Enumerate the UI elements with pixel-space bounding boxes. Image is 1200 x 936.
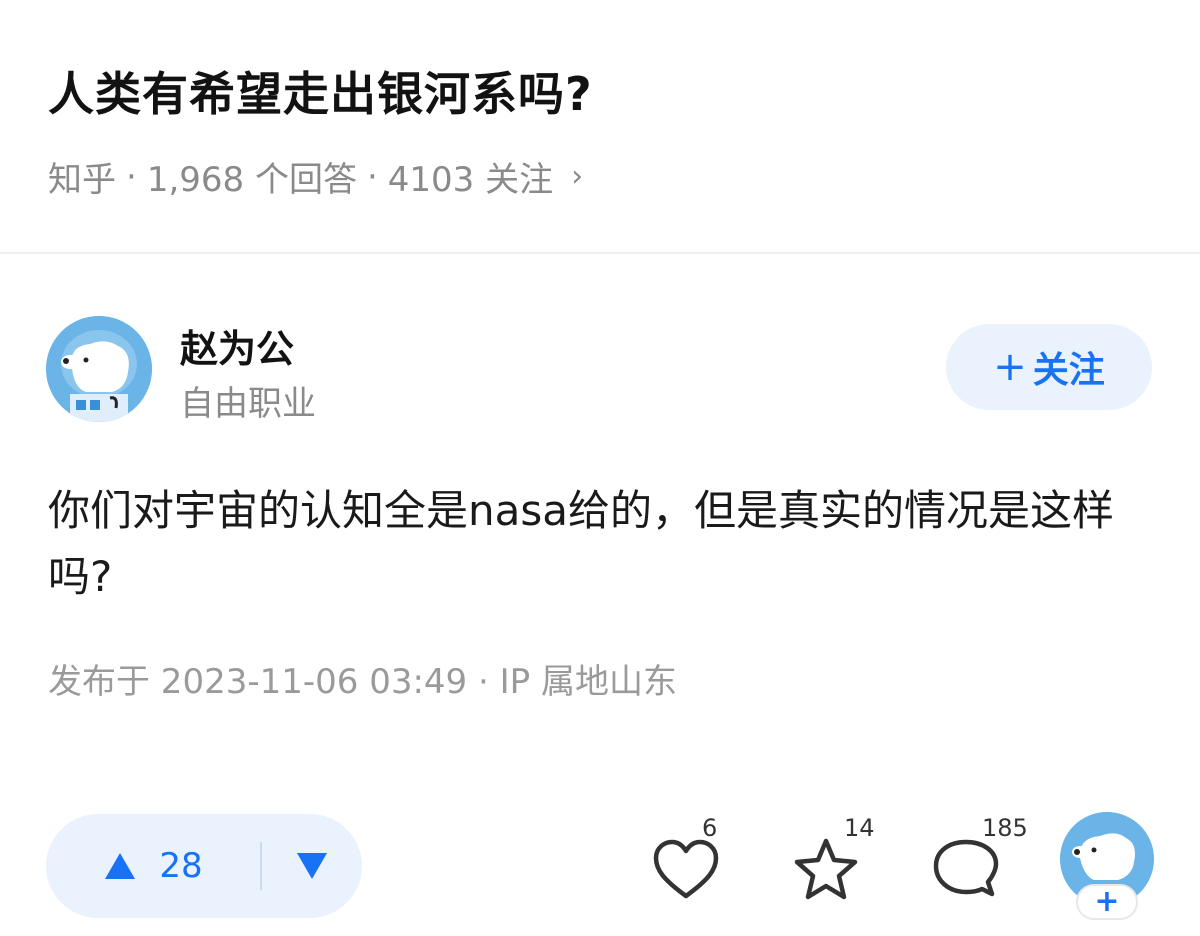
follow-button[interactable]: + 关注	[946, 324, 1152, 410]
source-label: 知乎	[48, 160, 116, 200]
upvote-count: 28	[159, 846, 203, 886]
vote-control: 28	[46, 814, 362, 918]
upvote-button[interactable]: 28	[46, 814, 260, 918]
meta-dot: ·	[366, 156, 378, 197]
triangle-up-icon	[105, 853, 136, 879]
heart-icon	[653, 839, 719, 899]
comment-count: 185	[982, 814, 1028, 842]
follow-label: 关注	[1032, 350, 1105, 391]
favorite-button[interactable]: 14	[790, 814, 875, 904]
author-avatar[interactable]	[46, 316, 152, 422]
comment-bubble-icon	[933, 839, 999, 897]
section-divider	[0, 252, 1200, 254]
answer-count: 1,968 个回答	[146, 160, 357, 200]
author-name[interactable]: 赵为公	[180, 318, 294, 373]
answer-content[interactable]: 你们对宇宙的认知全是nasa给的，但是真实的情况是这样吗?	[48, 478, 1158, 610]
question-meta[interactable]: 知乎 · 1,968 个回答 · 4103 关注 ›	[48, 152, 583, 201]
plus-icon: +	[993, 344, 1027, 390]
favorite-count: 14	[844, 814, 875, 842]
star-icon	[794, 838, 858, 900]
author-bio: 自由职业	[180, 384, 316, 424]
triangle-down-icon	[297, 853, 327, 879]
add-plus-icon[interactable]: +	[1076, 884, 1138, 920]
comment-button[interactable]: 185	[930, 814, 1028, 904]
chevron-right-icon: ›	[571, 159, 584, 194]
meta-dot: ·	[126, 156, 137, 197]
like-count: 6	[702, 814, 718, 842]
downvote-button[interactable]	[262, 814, 362, 918]
question-title[interactable]: 人类有希望走出银河系吗?	[48, 58, 593, 124]
publish-info: 发布于 2023-11-06 03:49 · IP 属地山东	[48, 662, 677, 702]
like-button[interactable]: 6	[650, 814, 730, 904]
polar-bear-astronaut-icon	[46, 316, 152, 422]
follower-count: 4103 关注	[387, 160, 554, 200]
